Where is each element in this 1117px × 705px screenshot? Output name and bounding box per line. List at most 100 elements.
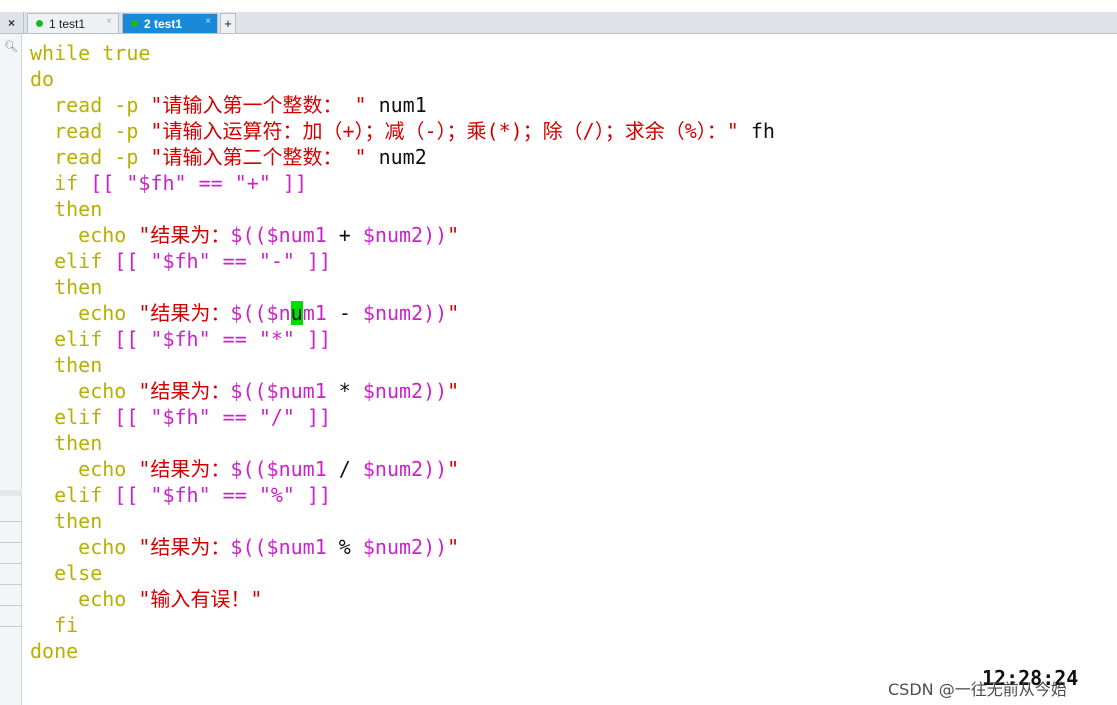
new-tab-button[interactable]: + [220,13,236,33]
terminal-editor[interactable]: while true do read -p "请输入第一个整数： " num1 r… [30,40,1110,670]
code-token: while true [30,41,151,65]
code-token: == [186,171,235,195]
code-token: echo [30,379,139,403]
close-all-tabs-icon[interactable]: × [0,12,24,34]
code-token: "结果为： [138,535,231,559]
code-line: read -p "请输入运算符：加（+）；减（-）；乘(*)；除（/）；求余（%… [30,118,1110,144]
code-line: done [30,638,1110,664]
code-token: $num2)) [362,379,448,403]
code-token: elif [30,249,115,273]
code-token: if [30,171,91,195]
code-token: num2 [366,145,427,169]
code-token: $(($num1 [230,457,327,481]
code-line: then [30,274,1110,300]
code-token: $(($num1 [230,535,327,559]
code-line: then [30,196,1110,222]
gutter-divider [0,490,22,496]
code-token: num1 [366,93,427,117]
code-token: - [326,301,363,325]
code-token: [[ [90,171,127,195]
code-token: / [326,457,363,481]
code-token: elif [30,405,115,429]
code-token: fi [30,613,79,637]
code-token: ]] [294,405,332,429]
code-token: [[ [114,483,151,507]
code-line: echo "结果为：$(($num1 / $num2))" [30,456,1110,482]
code-token: == [210,405,259,429]
code-token: else [30,561,103,585]
code-token: == [210,483,259,507]
code-token: "结果为： [138,457,231,481]
code-line: elif [[ "$fh" == "-" ]] [30,248,1110,274]
code-token: " [447,301,460,325]
code-token: m1 [302,301,327,325]
code-token: read -p [30,93,151,117]
code-token: " [447,535,460,559]
gutter-divider [0,584,22,585]
code-token: read -p [30,145,151,169]
code-token: "$fh" [150,405,211,429]
code-token: then [30,509,103,533]
tab-close-icon[interactable]: × [205,16,211,27]
code-token: " [447,379,460,403]
code-token: $num2)) [362,457,448,481]
code-line: elif [[ "$fh" == "*" ]] [30,326,1110,352]
code-token: "$fh" [150,249,211,273]
code-token: "-" [258,249,295,273]
code-line: if [[ "$fh" == "+" ]] [30,170,1110,196]
code-line: then [30,430,1110,456]
code-line: fi [30,612,1110,638]
code-token: " [447,223,460,247]
code-token: elif [30,483,115,507]
code-token: "结果为： [138,301,231,325]
connected-status-icon [131,20,138,27]
code-token: echo [30,301,139,325]
code-line: echo "结果为：$(($num1 - $num2))" [30,300,1110,326]
top-strip [0,0,1117,12]
code-token: $(($num1 [230,379,327,403]
code-token: then [30,431,103,455]
code-token: read -p [30,119,151,143]
code-token: $num2)) [362,535,448,559]
tab-label: 2 test1 [144,16,183,31]
code-line: echo "结果为：$(($num1 + $num2))" [30,222,1110,248]
code-token: $num2)) [362,223,448,247]
code-token: ]] [294,249,332,273]
gutter-divider [0,542,22,543]
code-token: "请输入第二个整数： " [150,145,367,169]
code-token: echo [30,535,139,559]
code-token: echo [30,587,139,611]
code-token: do [30,67,55,91]
search-icon[interactable]: 🔍︎ [4,40,18,53]
code-token: [[ [114,249,151,273]
code-token: done [30,639,79,663]
code-token: $(($num1 [230,223,327,247]
code-line: echo "输入有误！" [30,586,1110,612]
tab-close-icon[interactable]: × [106,16,112,27]
tab-2-test1[interactable]: 2 test1 × [122,13,218,33]
code-token: $num2)) [362,301,448,325]
code-token: echo [30,223,139,247]
code-token: "请输入运算符：加（+）；减（-）；乘(*)；除（/）；求余（%）：" [150,119,739,143]
tab-1-test1[interactable]: 1 test1 × [27,13,119,33]
gutter-divider [0,626,22,627]
code-token: then [30,353,103,377]
code-line: echo "结果为：$(($num1 * $num2))" [30,378,1110,404]
code-line: while true [30,40,1110,66]
code-token: "结果为： [138,379,231,403]
code-line: read -p "请输入第二个整数： " num2 [30,144,1110,170]
code-token: "请输入第一个整数： " [150,93,367,117]
connected-status-icon [36,20,43,27]
code-token: "$fh" [126,171,187,195]
code-token: [[ [114,327,151,351]
code-line: elif [[ "$fh" == "/" ]] [30,404,1110,430]
code-line: echo "结果为：$(($num1 % $num2))" [30,534,1110,560]
code-token: echo [30,457,139,481]
code-token: "输入有误！" [138,587,263,611]
code-token: "$fh" [150,327,211,351]
code-token: == [210,249,259,273]
tab-bar: × 1 test1 × 2 test1 × + [0,12,1117,34]
code-line: then [30,508,1110,534]
code-token: "*" [258,327,295,351]
code-token: * [326,379,363,403]
